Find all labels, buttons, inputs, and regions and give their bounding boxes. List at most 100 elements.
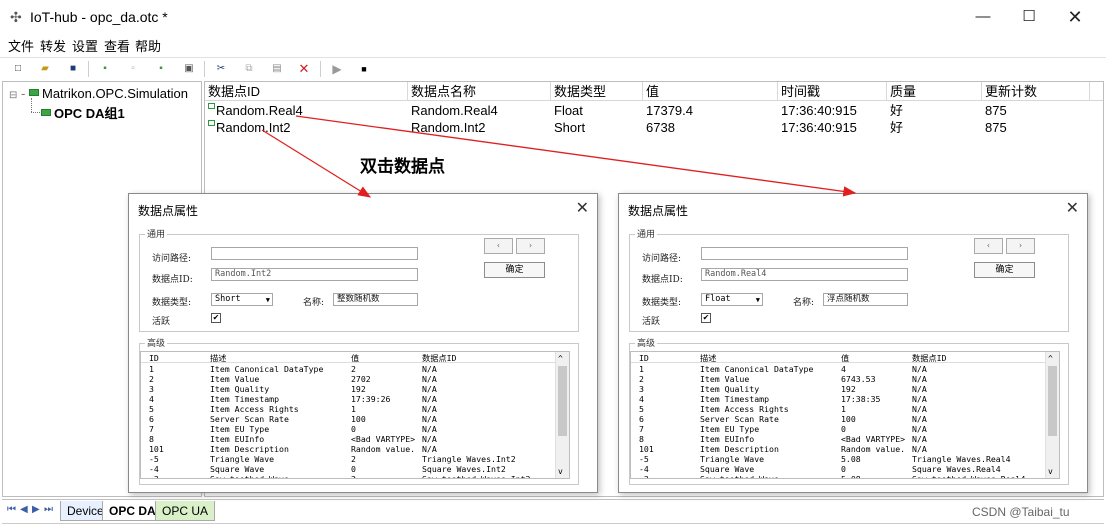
adv-table-row[interactable]: -4 Square Wave 0 Square Waves.Real4: [631, 464, 1049, 474]
prev-item-button[interactable]: ‹: [484, 238, 513, 254]
adv-table-row[interactable]: 6 Server Scan Rate 100 N/A: [141, 414, 559, 424]
ok-button[interactable]: 确定: [484, 262, 545, 278]
next-item-button[interactable]: ›: [516, 238, 545, 254]
dialog-close-icon[interactable]: ✕: [576, 198, 589, 217]
menu-help[interactable]: 帮助: [135, 36, 161, 55]
open-folder-icon[interactable]: ▰: [36, 60, 54, 78]
adv-cell-value: 100: [841, 414, 856, 424]
name-field[interactable]: 整数随机数: [333, 293, 418, 306]
scroll-thumb[interactable]: [1048, 366, 1057, 436]
adv-col-header[interactable]: ID: [639, 353, 649, 363]
scroll-down-icon[interactable]: v: [1048, 467, 1053, 476]
adv-table-row[interactable]: 101 Item Description Random value. N/A: [631, 444, 1049, 454]
cut-icon[interactable]: ✂: [212, 60, 230, 78]
item-id-field[interactable]: Random.Int2: [211, 268, 418, 281]
name-field[interactable]: 浮点随机数: [823, 293, 908, 306]
menu-settings[interactable]: 设置: [72, 36, 98, 55]
next-item-button[interactable]: ›: [1006, 238, 1035, 254]
adv-table-row[interactable]: 4 Item Timestamp 17:38:35 N/A: [631, 394, 1049, 404]
adv-table-row[interactable]: -3 Saw-toothed Wave 2 Saw-toothed Waves.Int…: [141, 474, 559, 478]
adv-scrollbar[interactable]: ^ v: [1045, 352, 1059, 478]
tab-opc-ua[interactable]: OPC UA: [155, 501, 216, 521]
tab-first-icon[interactable]: ⏮: [7, 504, 16, 515]
scroll-up-icon[interactable]: ^: [1048, 354, 1053, 363]
col-header-item-name[interactable]: 数据点名称: [408, 82, 551, 101]
adv-table-row[interactable]: 2 Item Value 6743.53 N/A: [631, 374, 1049, 384]
tree-expander-icon[interactable]: ⊟: [9, 90, 17, 101]
col-header-data-type[interactable]: 数据类型: [551, 82, 643, 101]
tree-node-group[interactable]: OPC DA组1: [41, 103, 125, 122]
adv-table-row[interactable]: 7 Item EU Type 0 N/A: [141, 424, 559, 434]
close-button[interactable]: ✕: [1052, 4, 1098, 30]
adv-col-header[interactable]: 描述: [700, 353, 716, 363]
adv-table-row[interactable]: -4 Square Wave 0 Square Waves.Int2: [141, 464, 559, 474]
copy-icon[interactable]: ⧉: [240, 60, 258, 78]
active-checkbox[interactable]: ✔: [211, 313, 221, 323]
tab-last-icon[interactable]: ⏭: [44, 504, 53, 515]
scroll-thumb[interactable]: [558, 366, 567, 436]
adv-cell-value: Random value.: [841, 444, 906, 454]
access-path-field[interactable]: [701, 247, 908, 260]
tab-next-icon[interactable]: ▶: [32, 504, 40, 515]
adv-table-row[interactable]: 5 Item Access Rights 1 N/A: [141, 404, 559, 414]
adv-table-row[interactable]: 8 Item EUInfo <Bad VARTYPE> N/A: [631, 434, 1049, 444]
adv-table-row[interactable]: 1 Item Canonical DataType 4 N/A: [631, 364, 1049, 374]
data-type-select[interactable]: Short ▼: [211, 293, 273, 306]
adv-col-header[interactable]: 值: [841, 353, 849, 363]
prev-item-button[interactable]: ‹: [974, 238, 1003, 254]
adv-table-row[interactable]: 6 Server Scan Rate 100 N/A: [631, 414, 1049, 424]
stop-icon[interactable]: ■: [355, 60, 373, 78]
adv-col-header[interactable]: ID: [149, 353, 159, 363]
save-icon[interactable]: ■: [64, 60, 82, 78]
menu-file[interactable]: 文件: [8, 36, 34, 55]
access-path-field[interactable]: [211, 247, 418, 260]
adv-table-row[interactable]: 3 Item Quality 192 N/A: [141, 384, 559, 394]
tab-prev-icon[interactable]: ◀: [20, 504, 28, 515]
adv-table-row[interactable]: 101 Item Description Random value. N/A: [141, 444, 559, 454]
adv-table-row[interactable]: 1 Item Canonical DataType 2 N/A: [141, 364, 559, 374]
ok-button[interactable]: 确定: [974, 262, 1035, 278]
item-id-field[interactable]: Random.Real4: [701, 268, 908, 281]
delete-icon[interactable]: ✕: [295, 60, 313, 78]
dialog-close-icon[interactable]: ✕: [1066, 198, 1079, 217]
maximize-button[interactable]: ☐: [1006, 4, 1052, 30]
adv-col-header[interactable]: 数据点ID: [912, 353, 946, 363]
col-header-update-count[interactable]: 更新计数: [982, 82, 1090, 101]
menu-forward[interactable]: 转发: [40, 36, 66, 55]
adv-table-row[interactable]: -3 Saw-toothed Wave 5.08 Saw-toothed Waves.…: [631, 474, 1049, 478]
paste-icon[interactable]: ▤: [268, 60, 286, 78]
minimize-button[interactable]: —: [960, 4, 1006, 30]
adv-table-row[interactable]: 3 Item Quality 192 N/A: [631, 384, 1049, 394]
table-row[interactable]: Random.Int2 Random.Int2 Short 6738 17:36…: [205, 119, 1103, 136]
adv-col-header[interactable]: 描述: [210, 353, 226, 363]
tree-node-server[interactable]: ⊟ - Matrikon.OPC.Simulation: [9, 86, 188, 101]
active-checkbox[interactable]: ✔: [701, 313, 711, 323]
adv-table-row[interactable]: 7 Item EU Type 0 N/A: [631, 424, 1049, 434]
scroll-down-icon[interactable]: v: [558, 467, 563, 476]
tree-child-label: OPC DA组1: [54, 106, 125, 121]
add-item-icon[interactable]: ▪: [152, 60, 170, 78]
adv-col-header[interactable]: 值: [351, 353, 359, 363]
adv-scrollbar[interactable]: ^ v: [555, 352, 569, 478]
adv-table-row[interactable]: -5 Triangle Wave 5.08 Triangle Waves.Real4: [631, 454, 1049, 464]
col-header-value[interactable]: 值: [643, 82, 778, 101]
col-header-item-id[interactable]: 数据点ID: [205, 82, 408, 101]
scroll-up-icon[interactable]: ^: [558, 354, 563, 363]
new-file-icon[interactable]: □: [9, 60, 27, 78]
properties-icon[interactable]: ▣: [180, 60, 198, 78]
col-header-quality[interactable]: 质量: [887, 82, 982, 101]
table-row[interactable]: Random.Real4 Random.Real4 Float 17379.4 …: [205, 102, 1103, 119]
add-group-icon[interactable]: ▫: [124, 60, 142, 78]
data-type-select[interactable]: Float ▼: [701, 293, 763, 306]
play-icon[interactable]: ▶: [328, 60, 346, 78]
adv-table-row[interactable]: 5 Item Access Rights 1 N/A: [631, 404, 1049, 414]
adv-table-row[interactable]: 2 Item Value 2702 N/A: [141, 374, 559, 384]
adv-table-row[interactable]: 8 Item EUInfo <Bad VARTYPE> N/A: [141, 434, 559, 444]
col-header-timestamp[interactable]: 时间戳: [778, 82, 887, 101]
adv-col-header[interactable]: 数据点ID: [422, 353, 456, 363]
adv-table-row[interactable]: 4 Item Timestamp 17:39:26 N/A: [141, 394, 559, 404]
menu-view[interactable]: 查看: [104, 36, 130, 55]
add-server-icon[interactable]: ▪: [96, 60, 114, 78]
adv-table-row[interactable]: -5 Triangle Wave 2 Triangle Waves.Int2: [141, 454, 559, 464]
tab-opc-da[interactable]: OPC DA: [102, 501, 163, 521]
